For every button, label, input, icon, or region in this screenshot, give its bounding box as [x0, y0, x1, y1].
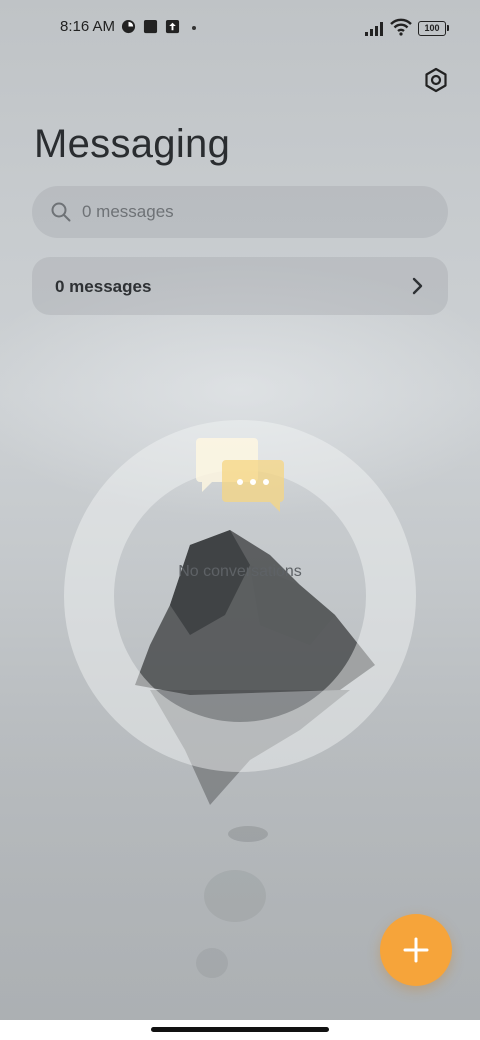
app-notification-icon	[121, 19, 136, 34]
messages-summary-label: 0 messages	[55, 277, 152, 296]
battery-icon: 100	[418, 21, 446, 36]
navigation-bar	[0, 1020, 480, 1040]
chat-bubbles-icon	[196, 438, 284, 512]
new-message-button[interactable]	[380, 914, 452, 986]
settings-hexagon-icon	[425, 67, 447, 93]
settings-button[interactable]	[420, 64, 452, 96]
wallpaper-pebble	[196, 948, 228, 978]
upload-notification-icon	[165, 19, 180, 34]
more-notifications-dot	[192, 26, 196, 30]
status-time: 8:16 AM	[60, 18, 116, 35]
chevron-right-icon	[412, 277, 423, 295]
home-indicator[interactable]	[151, 1027, 329, 1032]
page-title: Messaging	[34, 122, 231, 166]
search-input[interactable]	[82, 186, 422, 238]
wallpaper-pebble	[228, 826, 268, 842]
empty-state-text: No conversations	[178, 563, 302, 580]
signal-icon	[365, 22, 383, 36]
square-notification-icon	[143, 19, 158, 34]
status-bar: 8:16 AM 100	[0, 0, 480, 56]
wallpaper-pebble	[204, 870, 266, 922]
plus-icon	[403, 937, 429, 963]
messages-summary-row[interactable]: 0 messages	[32, 257, 448, 315]
search-bar[interactable]	[32, 186, 448, 238]
battery-tip	[447, 25, 449, 31]
wifi-icon	[390, 18, 412, 36]
messaging-screen: 8:16 AM 100 Messaging 0 messages 0 messa…	[0, 0, 480, 1040]
search-icon	[51, 202, 71, 222]
